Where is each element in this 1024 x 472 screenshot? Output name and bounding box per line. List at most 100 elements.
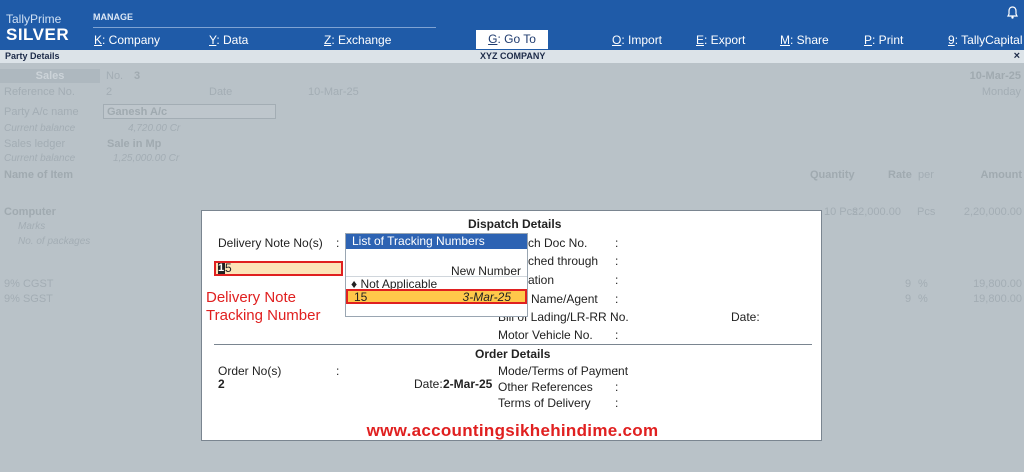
dispatched-through-label: ched through [528,254,599,268]
menu-exchange-label: : Exchange [331,33,392,47]
menu-tallycapital-key: 9 [948,33,955,47]
menu-share[interactable]: M: Share [780,33,829,47]
menu-share-key: M [780,33,790,47]
motor-vehicle-colon: : [615,328,619,342]
cgst-name: 9% CGST [4,278,54,290]
screen-title-bar: Party Details XYZ COMPANY × [0,50,1024,63]
sgst-rate: 9 [905,293,912,305]
sgst-amount: 19,800.00 [973,293,1022,305]
dispatch-details-dialog: Dispatch Details Delivery Note No(s) : 1… [201,210,822,441]
menu-data[interactable]: Y: Data [209,33,248,47]
menu-import-key: O [612,33,622,47]
item-rate: 22,000.00 [852,206,901,218]
carrier-colon: : [615,292,619,306]
sgst-name: 9% SGST [4,293,53,305]
column-amount: Amount [980,169,1022,181]
product-name: TallyPrime [6,12,62,26]
sgst-pct: % [918,293,928,305]
delivery-note-colon: : [336,236,340,250]
column-item: Name of Item [4,169,74,181]
reference-value: 2 [106,86,113,98]
bill-date-label: Date: [731,310,760,324]
voucher-type: Sales [0,69,100,83]
text-cursor: 1 [218,262,225,274]
order-no-value: 2 [218,377,225,391]
screen-title: Party Details [5,51,60,61]
column-rate: Rate [888,169,912,181]
delivery-note-value: 5 [225,261,232,275]
manage-label: MANAGE [93,12,133,22]
order-no-label: Order No(s) [218,364,282,378]
menu-share-label: : Share [790,33,829,47]
item-name: Computer [4,206,56,218]
tracking-number: 15 [354,290,368,304]
annotation-tracking-number: Tracking Number [206,307,321,324]
reference-date-label: Date [209,86,233,98]
order-title: Order Details [475,347,551,361]
destination-label: ation [528,273,555,287]
other-references-label: Other References [498,380,593,394]
item-amount: 2,20,000.00 [963,206,1022,218]
dispatch-title: Dispatch Details [468,217,562,231]
menu-export[interactable]: E: Export [696,33,745,47]
manage-divider [93,27,436,28]
sales-balance-label: Current balance [4,153,76,164]
menu-goto-label: : Go To [497,32,536,46]
party-balance: 4,720.00 Cr [128,123,181,134]
menu-tallycapital[interactable]: 9: TallyCapital [948,33,1023,47]
dispatch-doc-label: ch Doc No. [528,236,588,250]
destination-colon: : [615,273,619,287]
order-no-colon: : [336,364,340,378]
menu-import[interactable]: O: Import [612,33,662,47]
delivery-note-label: Delivery Note No(s) [218,236,323,250]
terms-of-delivery-label: Terms of Delivery [498,396,591,410]
column-quantity: Quantity [810,169,855,181]
tracking-list-title: List of Tracking Numbers [346,234,527,249]
menu-company[interactable]: K: Company [94,33,160,47]
voucher-no-label: No. [106,70,124,82]
other-references-colon: : [615,380,619,394]
order-date-label: Date: [414,377,443,391]
party-balance-label: Current balance [4,123,76,134]
party-value: Ganesh A/c [107,106,168,118]
delivery-note-input[interactable]: 15 [214,261,343,276]
reference-label: Reference No. [4,86,75,98]
payment-terms-colon: : [615,364,619,378]
bill-of-lading-colon: : [615,310,619,324]
close-icon[interactable]: × [1014,50,1020,62]
menu-print-label: : Print [872,33,904,47]
menu-company-label: : Company [102,33,161,47]
tracking-number-option[interactable]: 15 3-Mar-25 [346,289,527,304]
website-watermark: www.accountingsikhehindime.com [366,421,659,440]
sales-ledger-label: Sales ledger [4,138,66,150]
menu-goto[interactable]: G: Go To [476,30,548,49]
column-per: per [918,169,934,181]
voucher-no: 3 [134,70,141,82]
terms-of-delivery-colon: : [615,396,619,410]
annotation-delivery-note: Delivery Note [206,289,297,306]
company-name: XYZ COMPANY [480,51,546,61]
sales-balance: 1,25,000.00 Cr [113,153,180,164]
party-label: Party A/c name [4,106,79,118]
carrier-label: Name/Agent [531,292,598,306]
dispatch-doc-colon: : [615,236,619,250]
voucher-day: Monday [981,86,1021,98]
menu-company-key: K [94,33,103,47]
section-divider [214,344,812,345]
cgst-pct: % [918,278,928,290]
menu-export-label: : Export [704,33,746,47]
menu-exchange[interactable]: Z: Exchange [324,33,391,47]
item-per: Pcs [917,206,936,218]
dispatched-through-colon: : [615,254,619,268]
menu-tallycapital-label: : TallyCapital [954,33,1023,47]
sales-ledger-value: Sale in Mp [107,138,162,150]
tracking-date: 3-Mar-25 [462,290,511,304]
item-packages: No. of packages [18,236,91,247]
menu-print[interactable]: P: Print [864,33,903,47]
cgst-rate: 9 [905,278,912,290]
order-date-value: 2-Mar-25 [443,377,493,391]
item-marks: Marks [18,221,46,232]
cgst-amount: 19,800.00 [973,278,1022,290]
voucher-date: 10-Mar-25 [969,70,1021,82]
bell-icon[interactable] [1007,6,1018,22]
